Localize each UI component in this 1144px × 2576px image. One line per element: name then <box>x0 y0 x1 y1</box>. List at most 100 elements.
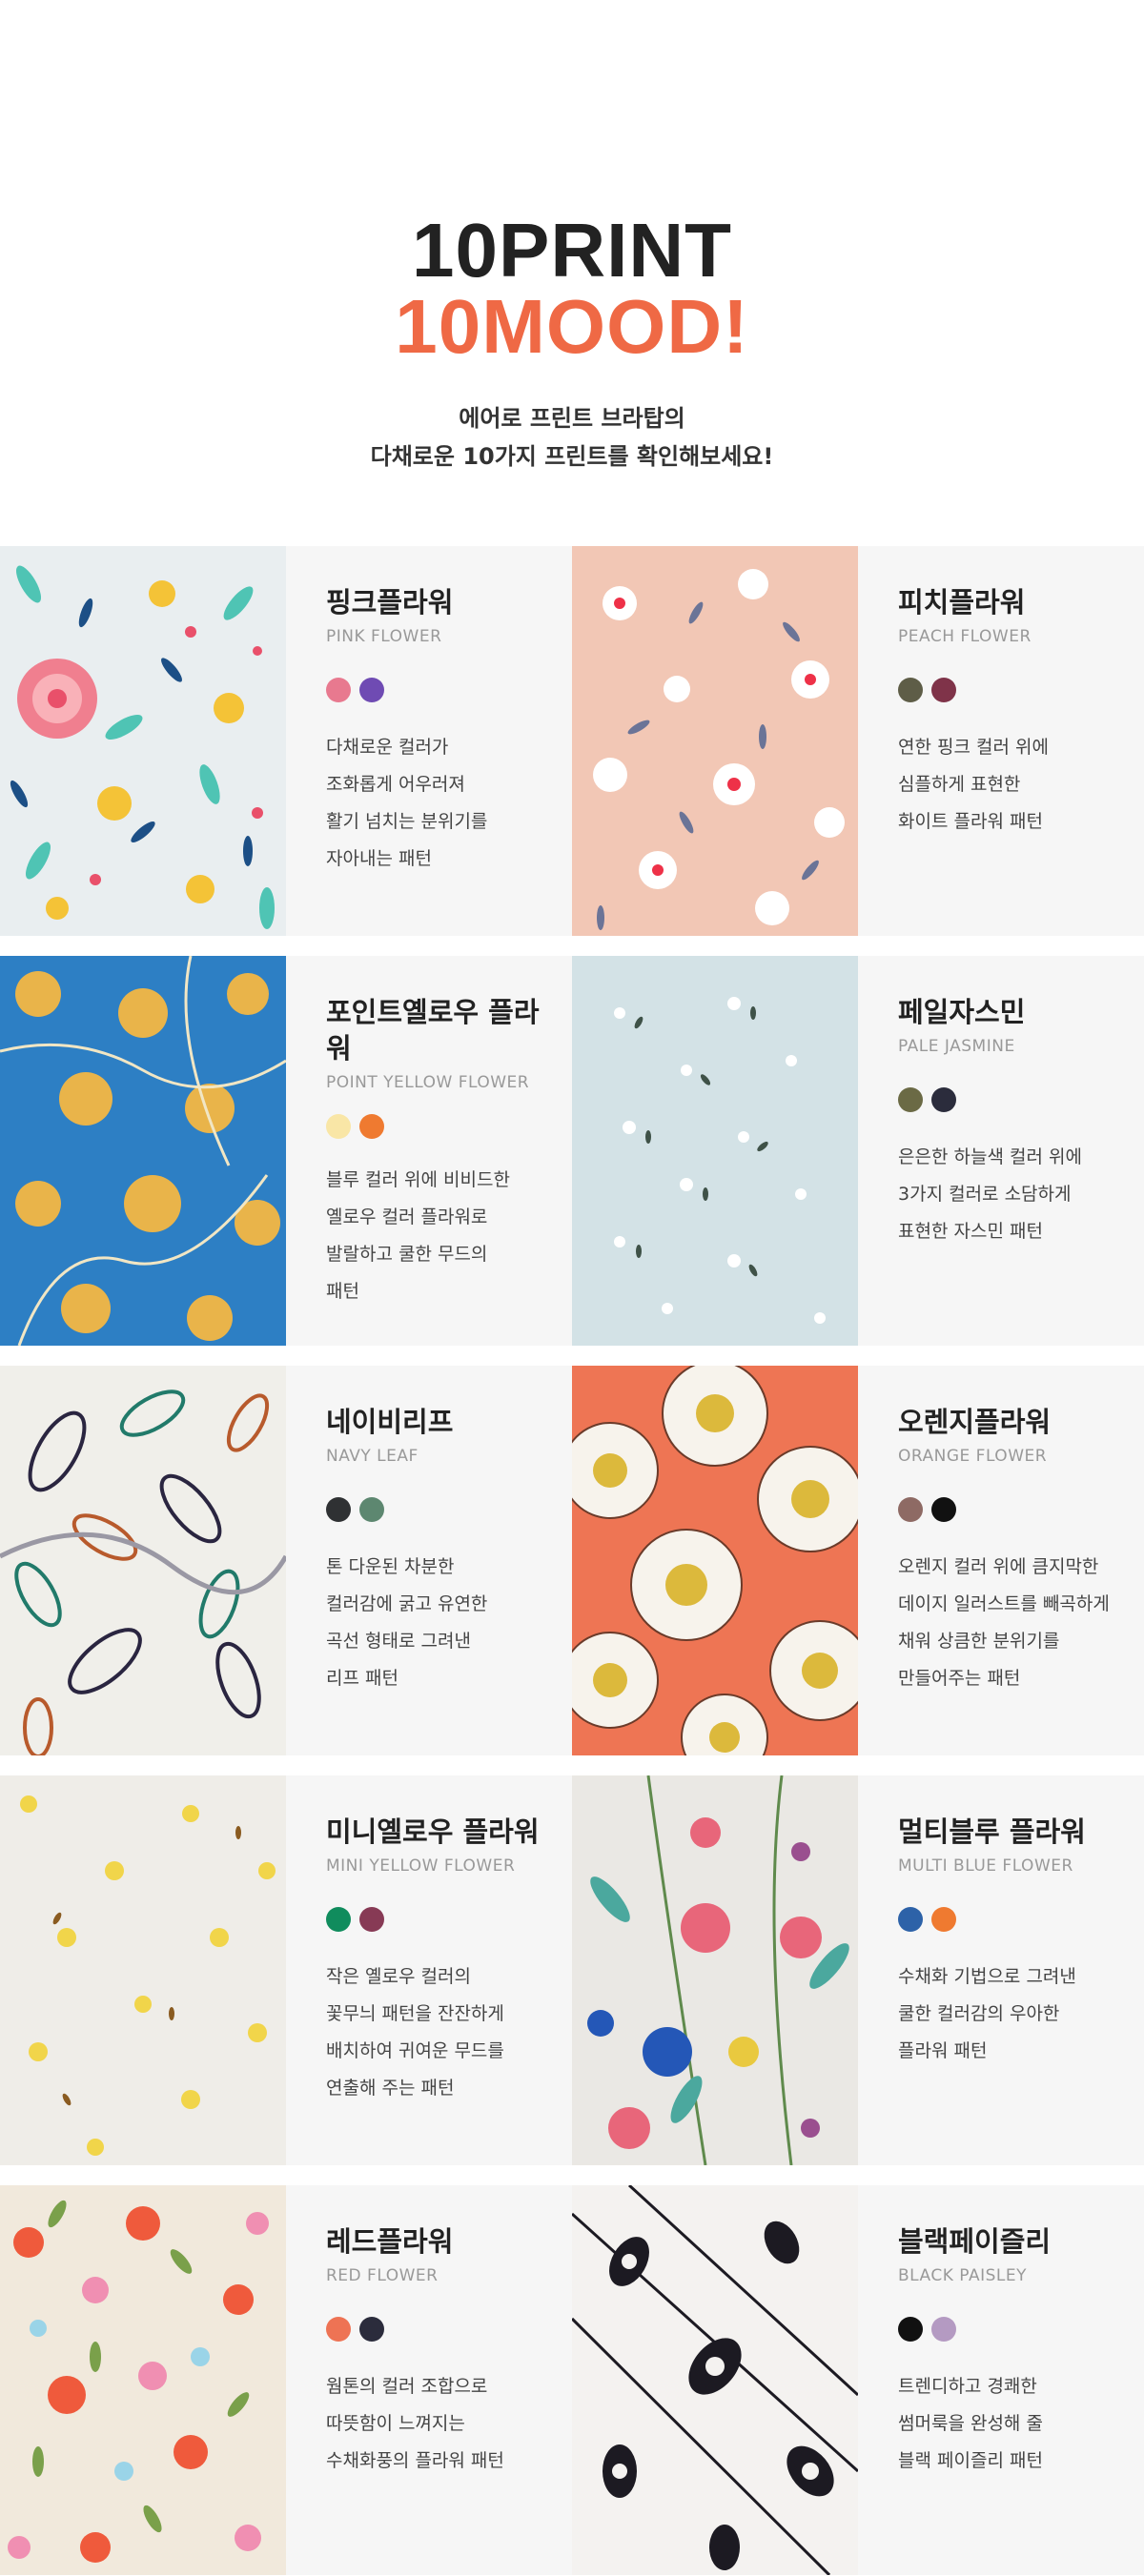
color-swatch-plum[interactable] <box>359 1907 384 1932</box>
color-swatch-olive[interactable] <box>898 1087 923 1112</box>
pattern-name-en: NAVY LEAF <box>326 1447 419 1466</box>
mini-yellow-flower-info: 미니옐로우 플라워 MINI YELLOW FLOWER 작은 옐로우 컬러의 … <box>326 1814 564 2107</box>
color-options <box>326 2317 564 2343</box>
desc-line: 발랄하고 쿨한 무드의 <box>326 1244 488 1265</box>
pattern-name-en: PINK FLOWER <box>326 627 442 646</box>
desc-line: 따뜻함이 느껴지는 <box>326 2413 465 2434</box>
color-swatch-orange[interactable] <box>931 1907 956 1932</box>
desc-line: 다채로운 컬러가 <box>326 737 449 758</box>
orange-flower-info: 오렌지플라워 ORANGE FLOWER 오렌지 컬러 위에 큼지막한 데이지 … <box>898 1404 1136 1697</box>
desc-line: 활기 넘치는 분위기를 <box>326 811 488 832</box>
pattern-card-multi-blue-flower[interactable]: 멀티블루 플라워 MULTI BLUE FLOWER 수채화 기법으로 그려낸 … <box>572 1775 1144 2165</box>
desc-line: 톤 다운된 차분한 <box>326 1556 455 1577</box>
pattern-card-orange-flower[interactable]: 오렌지플라워 ORANGE FLOWER 오렌지 컬러 위에 큼지막한 데이지 … <box>572 1366 1144 1755</box>
desc-line: 수채화 기법으로 그려낸 <box>898 1966 1076 1987</box>
color-options <box>326 1497 564 1524</box>
desc-line: 3가지 컬러로 소담하게 <box>898 1184 1072 1205</box>
pattern-card-black-paisley[interactable]: 블랙페이즐리 BLACK PAISLEY 트렌디하고 경쾌한 썸머룩을 완성해 … <box>572 2185 1144 2575</box>
pattern-name-ko: 레드플라워 <box>326 2225 454 2258</box>
pattern-name-ko: 피치플라워 <box>898 586 1026 619</box>
desc-line: 썸머룩을 완성해 줄 <box>898 2413 1043 2434</box>
desc-line: 컬러감에 굵고 유연한 <box>326 1593 488 1614</box>
color-swatch-light-yellow[interactable] <box>326 1114 351 1139</box>
color-options <box>898 1907 1136 1934</box>
pattern-description: 은은한 하늘색 컬러 위에 3가지 컬러로 소담하게 표현한 자스민 패턴 <box>898 1139 1136 1250</box>
pattern-card-pale-jasmine[interactable]: 페일자스민 PALE JASMINE 은은한 하늘색 컬러 위에 3가지 컬러로… <box>572 956 1144 1346</box>
pattern-name-ko-text: 포인트옐로우 플라워 <box>326 996 540 1065</box>
pattern-description: 연한 핑크 컬러 위에 심플하게 표현한 화이트 플라워 패턴 <box>898 729 1136 841</box>
color-swatch-coral[interactable] <box>326 2317 351 2342</box>
pattern-card-navy-leaf[interactable]: 네이비리프 NAVY LEAF 톤 다운된 차분한 컬러감에 굵고 유연한 곡선… <box>0 1366 572 1755</box>
hero-title-line1: 10PRINT <box>412 208 732 293</box>
desc-line: 블랙 페이즐리 패턴 <box>898 2450 1043 2471</box>
desc-line: 표현한 자스민 패턴 <box>898 1221 1043 1242</box>
pattern-description: 웜톤의 컬러 조합으로 따뜻함이 느껴지는 수채화풍의 플라워 패턴 <box>326 2368 564 2480</box>
pattern-card-pink-flower[interactable]: 핑크플라워 PINK FLOWER 다채로운 컬러가 조화롭게 어우러져 활기 … <box>0 546 572 936</box>
color-swatch-black[interactable] <box>898 2317 923 2342</box>
color-options <box>898 678 1136 704</box>
desc-line: 데이지 일러스트를 빼곡하게 <box>898 1593 1110 1614</box>
pattern-card-point-yellow-flower[interactable]: 포인트옐로우 플라워 POINT YELLOW FLOWER 블루 컬러 위에 … <box>0 956 572 1346</box>
pattern-name-en: PEACH FLOWER <box>898 627 1032 646</box>
desc-line: 연한 핑크 컬러 위에 <box>898 737 1049 758</box>
color-swatch-navy[interactable] <box>931 1087 956 1112</box>
desc-line: 트렌디하고 경쾌한 <box>898 2376 1037 2397</box>
pattern-name-ko: 블랙페이즐리 <box>898 2225 1052 2258</box>
red-flower-info: 레드플라워 RED FLOWER 웜톤의 컬러 조합으로 따뜻함이 느껴지는 수… <box>326 2223 564 2480</box>
color-swatch-mauve[interactable] <box>898 1497 923 1522</box>
desc-line: 오렌지 컬러 위에 큼지막한 <box>898 1556 1099 1577</box>
pattern-description: 수채화 기법으로 그려낸 쿨한 컬러감의 우아한 플라워 패턴 <box>898 1958 1136 2070</box>
pale-jasmine-swatch-image <box>572 956 858 1346</box>
pattern-description: 오렌지 컬러 위에 큼지막한 데이지 일러스트를 빼곡하게 채워 상큼한 분위기… <box>898 1549 1136 1697</box>
color-swatch-purple[interactable] <box>359 678 384 702</box>
pattern-card-mini-yellow-flower[interactable]: 미니옐로우 플라워 MINI YELLOW FLOWER 작은 옐로우 컬러의 … <box>0 1775 572 2165</box>
desc-line: 화이트 플라워 패턴 <box>898 811 1043 832</box>
desc-line: 리프 패턴 <box>326 1668 398 1689</box>
desc-line: 배치하여 귀여운 무드를 <box>326 2040 504 2061</box>
pattern-description: 작은 옐로우 컬러의 꽃무늬 패턴을 잔잔하게 배치하여 귀여운 무드를 연출해… <box>326 1958 564 2107</box>
hero-subtitle-line1: 에어로 프린트 브라탑의 <box>459 405 685 432</box>
pattern-name-en: POINT YELLOW FLOWER <box>326 1073 530 1092</box>
color-swatch-burgundy[interactable] <box>931 678 956 702</box>
color-swatch-black[interactable] <box>931 1497 956 1522</box>
pattern-description: 트렌디하고 경쾌한 썸머룩을 완성해 줄 블랙 페이즐리 패턴 <box>898 2368 1136 2480</box>
pattern-description: 블루 컬러 위에 비비드한 옐로우 컬러 플라워로 발랄하고 쿨한 무드의 패턴 <box>326 1162 564 1310</box>
color-swatch-olive[interactable] <box>898 678 923 702</box>
pink-flower-info: 핑크플라워 PINK FLOWER 다채로운 컬러가 조화롭게 어우러져 활기 … <box>326 584 564 878</box>
hero-subtitle-line2: 다채로운 10가지 프린트를 확인해보세요! <box>370 443 774 470</box>
color-options <box>326 1907 564 1934</box>
pattern-name-en: RED FLOWER <box>326 2266 439 2285</box>
color-options <box>898 1087 1136 1114</box>
color-swatch-navy[interactable] <box>359 2317 384 2342</box>
pattern-name-ko: 핑크플라워 <box>326 586 454 619</box>
pattern-card-red-flower[interactable]: 레드플라워 RED FLOWER 웜톤의 컬러 조합으로 따뜻함이 느껴지는 수… <box>0 2185 572 2575</box>
pattern-description: 다채로운 컬러가 조화롭게 어우러져 활기 넘치는 분위기를 자아내는 패턴 <box>326 729 564 878</box>
peach-flower-info: 피치플라워 PEACH FLOWER 연한 핑크 컬러 위에 심플하게 표현한 … <box>898 584 1136 841</box>
point-yellow-flower-swatch-image <box>0 956 286 1346</box>
pattern-name-ko: 멀티블루 플라워 <box>898 1815 1086 1848</box>
multi-blue-flower-swatch-image <box>572 1775 858 2165</box>
color-swatch-green[interactable] <box>359 1497 384 1522</box>
color-swatch-orange[interactable] <box>359 1114 384 1139</box>
desc-line: 웜톤의 컬러 조합으로 <box>326 2376 488 2397</box>
pattern-name-ko: 포인트옐로우 플라워 <box>326 994 564 1066</box>
color-swatch-blue[interactable] <box>898 1907 923 1932</box>
color-swatch-pink[interactable] <box>326 678 351 702</box>
peach-flower-swatch-image <box>572 546 858 936</box>
desc-line: 블루 컬러 위에 비비드한 <box>326 1169 510 1190</box>
color-swatch-green[interactable] <box>326 1907 351 1932</box>
multi-blue-flower-info: 멀티블루 플라워 MULTI BLUE FLOWER 수채화 기법으로 그려낸 … <box>898 1814 1136 2070</box>
desc-line: 쿨한 컬러감의 우아한 <box>898 2003 1060 2024</box>
desc-line: 조화롭게 어우러져 <box>326 774 465 795</box>
desc-line: 심플하게 표현한 <box>898 774 1021 795</box>
desc-line: 옐로우 컬러 플라워로 <box>326 1207 488 1227</box>
navy-leaf-swatch-image <box>0 1366 286 1755</box>
color-swatch-lavender[interactable] <box>931 2317 956 2342</box>
color-swatch-charcoal[interactable] <box>326 1497 351 1522</box>
pattern-name-en: MINI YELLOW FLOWER <box>326 1856 516 1876</box>
pattern-card-peach-flower[interactable]: 피치플라워 PEACH FLOWER 연한 핑크 컬러 위에 심플하게 표현한 … <box>572 546 1144 936</box>
color-options <box>898 2317 1136 2343</box>
desc-line: 채워 상큼한 분위기를 <box>898 1631 1060 1652</box>
pale-jasmine-info: 페일자스민 PALE JASMINE 은은한 하늘색 컬러 위에 3가지 컬러로… <box>898 994 1136 1250</box>
pattern-name-en: PALE JASMINE <box>898 1037 1015 1056</box>
